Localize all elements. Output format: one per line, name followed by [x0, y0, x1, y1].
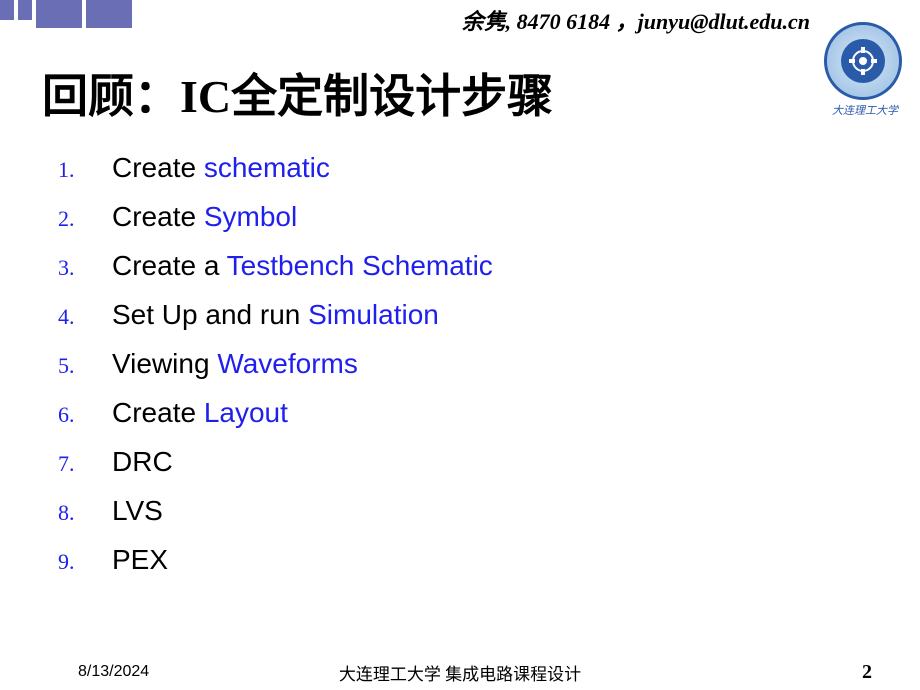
footer-date: 8/13/2024 — [78, 663, 149, 681]
list-text: Viewing Waveforms — [112, 348, 358, 380]
title-ic: IC — [180, 71, 231, 122]
list-text: Set Up and run Simulation — [112, 299, 439, 331]
deco-rect — [86, 0, 132, 28]
logo-caption: 大连理工大学 — [832, 102, 898, 118]
steps-list: 1.Create schematic2.Create Symbol3.Creat… — [58, 152, 493, 593]
list-item: 2.Create Symbol — [58, 201, 493, 233]
deco-square — [18, 0, 32, 20]
list-number: 5. — [58, 353, 112, 379]
deco-square — [0, 0, 14, 20]
list-text: DRC — [112, 446, 173, 478]
list-number: 2. — [58, 206, 112, 232]
list-item: 5.Viewing Waveforms — [58, 348, 493, 380]
list-text: Create a Testbench Schematic — [112, 250, 493, 282]
title-suffix: 全定制设计步骤 — [231, 70, 553, 122]
list-item: 3.Create a Testbench Schematic — [58, 250, 493, 282]
header-decoration — [0, 0, 136, 28]
list-number: 3. — [58, 255, 112, 281]
list-number: 7. — [58, 451, 112, 477]
footer-center: 大连理工大学 集成电路课程设计 — [339, 660, 581, 685]
list-item: 9.PEX — [58, 544, 493, 576]
list-number: 1. — [58, 157, 112, 183]
deco-rect — [36, 0, 82, 28]
list-number: 8. — [58, 500, 112, 526]
list-number: 9. — [58, 549, 112, 575]
contact-info: 余隽, 8470 6184 ，junyu@dlut.edu.cn — [462, 4, 810, 36]
list-item: 1.Create schematic — [58, 152, 493, 184]
university-logo — [824, 22, 902, 100]
slide-title: 回顾：IC全定制设计步骤 — [42, 60, 553, 126]
gear-icon — [849, 47, 877, 75]
list-item: 8.LVS — [58, 495, 493, 527]
list-text: Create Layout — [112, 397, 288, 429]
list-item: 6.Create Layout — [58, 397, 493, 429]
list-number: 4. — [58, 304, 112, 330]
list-item: 7.DRC — [58, 446, 493, 478]
title-prefix: 回顾： — [42, 70, 180, 122]
footer-page-number: 2 — [862, 661, 872, 684]
list-text: LVS — [112, 495, 163, 527]
list-text: Create schematic — [112, 152, 330, 184]
list-item: 4.Set Up and run Simulation — [58, 299, 493, 331]
list-text: PEX — [112, 544, 168, 576]
list-number: 6. — [58, 402, 112, 428]
list-text: Create Symbol — [112, 201, 297, 233]
